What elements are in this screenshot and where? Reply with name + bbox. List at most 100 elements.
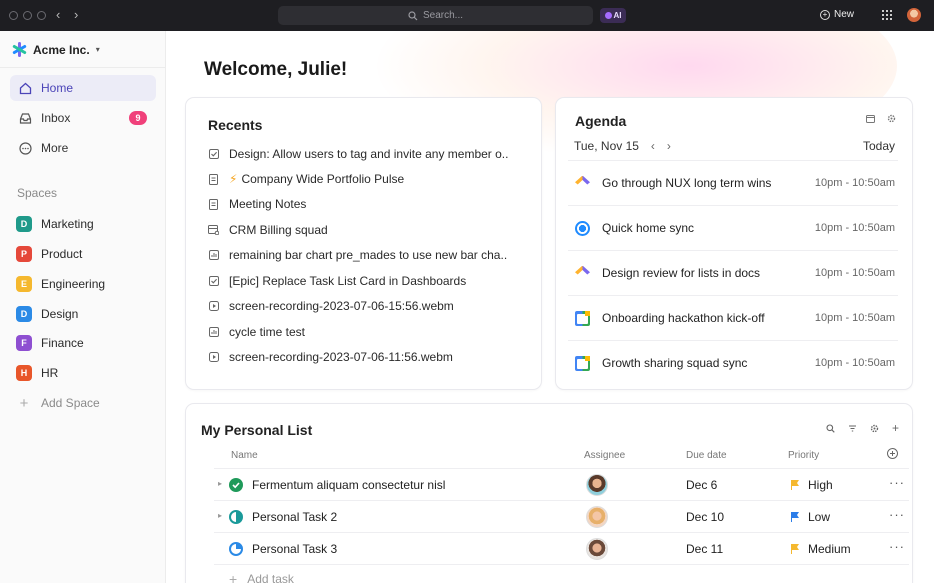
agenda-event[interactable]: Design review for lists in docs 10pm - 1… xyxy=(568,250,898,295)
recent-item[interactable]: CRM Billing squad xyxy=(208,223,508,237)
event-title: Quick home sync xyxy=(602,221,695,235)
chevron-right-icon[interactable]: › xyxy=(667,139,671,153)
inbox-icon xyxy=(18,111,32,125)
minimize-window-button[interactable] xyxy=(23,11,32,20)
recent-item-label: cycle time test xyxy=(229,325,306,339)
chart-icon xyxy=(208,250,219,261)
google-calendar-icon xyxy=(575,355,590,371)
status-in-progress-icon[interactable] xyxy=(229,542,243,556)
more-options-icon[interactable]: ··· xyxy=(889,507,905,522)
more-options-icon[interactable]: ··· xyxy=(889,539,905,554)
nav-more[interactable]: More xyxy=(10,135,156,161)
recent-item[interactable]: screen-recording-2023-07-06-11:56.webm xyxy=(208,350,508,364)
window-controls xyxy=(9,11,46,20)
recent-item-label: screen-recording-2023-07-06-15:56.webm xyxy=(229,299,454,313)
gear-icon[interactable] xyxy=(870,424,879,436)
nav-home-label: Home xyxy=(41,81,74,95)
status-complete-icon[interactable] xyxy=(229,478,243,492)
table-row[interactable]: ▸ Personal Task 2 Dec 10 Low ··· xyxy=(214,501,909,533)
lightning-icon: ⚡ xyxy=(229,172,238,186)
add-space-label: Add Space xyxy=(41,396,100,410)
recent-item-label: Design: Allow users to tag and invite an… xyxy=(229,147,508,161)
recent-item-label: screen-recording-2023-07-06-11:56.webm xyxy=(229,350,453,364)
nav-home[interactable]: Home xyxy=(10,75,156,101)
status-in-progress-icon[interactable] xyxy=(229,510,243,524)
new-label: New xyxy=(834,9,855,20)
chevron-left-icon[interactable]: ‹ xyxy=(651,139,655,153)
recent-item[interactable]: Design: Allow users to tag and invite an… xyxy=(208,147,508,161)
column-header-assignee[interactable]: Assignee xyxy=(584,450,625,461)
maximize-window-button[interactable] xyxy=(37,11,46,20)
filter-icon[interactable] xyxy=(848,424,857,436)
recent-item[interactable]: screen-recording-2023-07-06-15:56.webm xyxy=(208,299,508,313)
recent-item[interactable]: remaining bar chart pre_mades to use new… xyxy=(208,248,508,262)
sidebar: Acme Inc. ▾ Home Inbox 9 More Spaces D M… xyxy=(0,31,166,583)
task-due-date: Dec 10 xyxy=(686,510,725,524)
space-product[interactable]: P Product xyxy=(16,244,82,264)
assignee-avatar[interactable] xyxy=(586,506,608,528)
back-arrow-icon[interactable]: ‹ xyxy=(56,7,60,23)
space-label: Engineering xyxy=(41,277,106,291)
search-bar[interactable]: Search... xyxy=(278,6,593,25)
space-avatar: D xyxy=(16,216,32,232)
event-title: Onboarding hackathon kick-off xyxy=(602,311,765,325)
new-button[interactable]: + New xyxy=(820,9,854,20)
close-window-button[interactable] xyxy=(9,11,18,20)
event-title: Go through NUX long term wins xyxy=(602,176,772,190)
column-header-priority[interactable]: Priority xyxy=(788,450,819,461)
nav-inbox[interactable]: Inbox 9 xyxy=(10,105,156,131)
workspace-logo-icon xyxy=(12,42,27,57)
recent-item[interactable]: Meeting Notes xyxy=(208,197,508,211)
assignee-avatar[interactable] xyxy=(586,538,608,560)
gear-icon[interactable] xyxy=(887,114,896,125)
space-avatar: E xyxy=(16,276,32,292)
calendar-icon[interactable] xyxy=(866,114,875,125)
user-avatar[interactable] xyxy=(907,8,921,22)
recent-item[interactable]: [Epic] Replace Task List Card in Dashboa… xyxy=(208,274,508,288)
agenda-event[interactable]: Onboarding hackathon kick-off 10pm - 10:… xyxy=(568,295,898,340)
task-priority: High xyxy=(808,478,833,492)
agenda-event[interactable]: Growth sharing squad sync 10pm - 10:50am xyxy=(568,340,898,385)
space-design[interactable]: D Design xyxy=(16,304,78,324)
agenda-date: Tue, Nov 15 xyxy=(574,139,639,153)
column-header-due[interactable]: Due date xyxy=(686,450,727,461)
space-finance[interactable]: F Finance xyxy=(16,333,84,353)
add-space-button[interactable]: + Add Space xyxy=(16,393,100,413)
space-avatar: F xyxy=(16,335,32,351)
chevron-down-icon: ▾ xyxy=(95,45,100,54)
space-avatar: H xyxy=(16,365,32,381)
search-icon xyxy=(408,10,418,20)
add-task-button[interactable]: + Add task xyxy=(229,571,294,583)
clickup-icon xyxy=(575,175,590,185)
ai-button[interactable]: AI xyxy=(600,8,626,23)
agenda-event[interactable]: Quick home sync 10pm - 10:50am xyxy=(568,205,898,250)
table-row[interactable]: ▸ Fermentum aliquam consectetur nisl Dec… xyxy=(214,469,909,501)
add-column-icon[interactable] xyxy=(887,448,898,462)
recent-item[interactable]: cycle time test xyxy=(208,325,508,339)
inbox-count-badge: 9 xyxy=(129,111,147,125)
more-options-icon[interactable]: ··· xyxy=(889,475,905,490)
task-name: Personal Task 3 xyxy=(252,542,338,556)
forward-arrow-icon[interactable]: › xyxy=(74,7,78,23)
list-icon xyxy=(208,225,219,236)
plus-icon[interactable]: + xyxy=(892,422,899,436)
space-engineering[interactable]: E Engineering xyxy=(16,274,105,294)
column-header-name[interactable]: Name xyxy=(231,450,258,461)
expand-arrow-icon[interactable]: ▸ xyxy=(218,479,222,488)
workspace-switcher[interactable]: Acme Inc. ▾ xyxy=(12,42,100,57)
recent-item[interactable]: ⚡ Company Wide Portfolio Pulse xyxy=(208,172,508,186)
ring-icon xyxy=(575,220,590,236)
apps-grid-icon[interactable] xyxy=(882,10,892,20)
assignee-avatar[interactable] xyxy=(586,474,608,496)
main-content: Welcome, Julie! Recents Design: Allow us… xyxy=(167,31,934,583)
search-icon[interactable] xyxy=(826,424,835,436)
agenda-event[interactable]: Go through NUX long term wins 10pm - 10:… xyxy=(568,160,898,205)
table-row[interactable]: Personal Task 3 Dec 11 Medium ··· xyxy=(214,533,909,565)
title-bar: ‹ › Search... AI + New xyxy=(0,0,934,31)
expand-arrow-icon[interactable]: ▸ xyxy=(218,511,222,520)
doc-icon xyxy=(208,173,219,185)
space-hr[interactable]: H HR xyxy=(16,363,58,383)
space-marketing[interactable]: D Marketing xyxy=(16,214,94,234)
event-time: 10pm - 10:50am xyxy=(814,312,895,324)
today-button[interactable]: Today xyxy=(863,139,895,153)
